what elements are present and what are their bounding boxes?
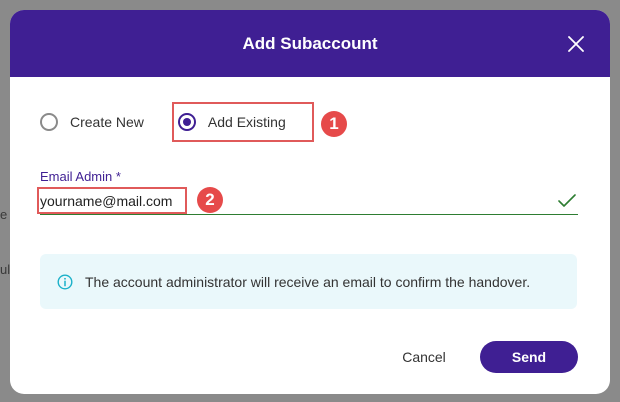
background-text-fragment: e (0, 207, 8, 222)
radio-button-create-new[interactable] (40, 113, 58, 131)
info-icon (57, 273, 73, 290)
radio-create-new[interactable]: Create New (40, 113, 144, 131)
cancel-button[interactable]: Cancel (392, 341, 456, 373)
highlight-box-email (37, 187, 187, 214)
dialog-header: Add Subaccount (10, 10, 610, 77)
email-admin-label: Email Admin * (40, 169, 121, 184)
annotation-badge-1: 1 (321, 111, 347, 137)
close-button[interactable] (564, 32, 588, 56)
highlight-box-add-existing (172, 102, 314, 142)
info-notice: The account administrator will receive a… (40, 254, 577, 309)
close-icon (568, 36, 584, 52)
background-text-fragment: ul (0, 262, 11, 277)
dialog-title: Add Subaccount (242, 33, 378, 53)
annotation-badge-2: 2 (197, 187, 223, 213)
checkmark-icon (558, 194, 576, 207)
add-subaccount-dialog: Add Subaccount Create New Add Existing 1… (10, 10, 610, 394)
send-button[interactable]: Send (480, 341, 578, 373)
info-text: The account administrator will receive a… (85, 273, 531, 290)
radio-label-create-new: Create New (70, 114, 144, 130)
